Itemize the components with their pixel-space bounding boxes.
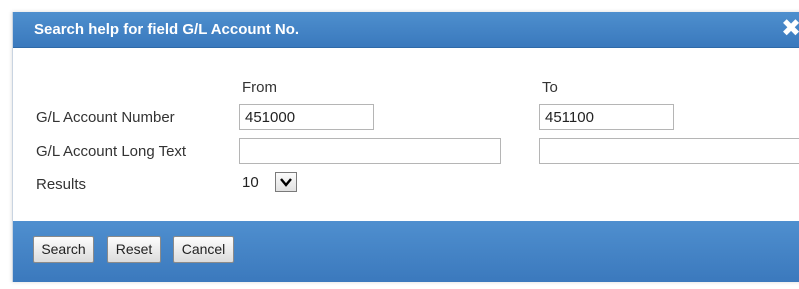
dialog-title-bar: Search help for field G/L Account No. ✖ bbox=[13, 12, 799, 48]
to-column-header: To bbox=[542, 79, 558, 96]
gl-account-long-text-label: G/L Account Long Text bbox=[36, 143, 187, 160]
dialog-title: Search help for field G/L Account No. bbox=[34, 21, 300, 38]
gl-account-long-text-to-input[interactable] bbox=[539, 138, 799, 164]
gl-account-number-to-input[interactable] bbox=[539, 104, 674, 130]
search-button[interactable]: Search bbox=[33, 236, 94, 263]
gl-account-number-from-input[interactable] bbox=[239, 104, 374, 130]
results-dropdown-button[interactable] bbox=[275, 172, 297, 192]
dialog-footer: Search Reset Cancel bbox=[13, 221, 799, 282]
gl-account-number-label: G/L Account Number bbox=[36, 109, 175, 126]
close-icon[interactable]: ✖ bbox=[781, 17, 799, 41]
reset-button[interactable]: Reset bbox=[107, 236, 161, 263]
chevron-down-icon bbox=[280, 178, 292, 187]
search-help-dialog: Search help for field G/L Account No. ✖ … bbox=[12, 12, 799, 282]
gl-account-long-text-from-input[interactable] bbox=[239, 138, 501, 164]
results-label: Results bbox=[36, 176, 87, 193]
results-selected-value: 10 bbox=[242, 174, 259, 191]
cancel-button[interactable]: Cancel bbox=[173, 236, 234, 263]
from-column-header: From bbox=[242, 79, 277, 96]
